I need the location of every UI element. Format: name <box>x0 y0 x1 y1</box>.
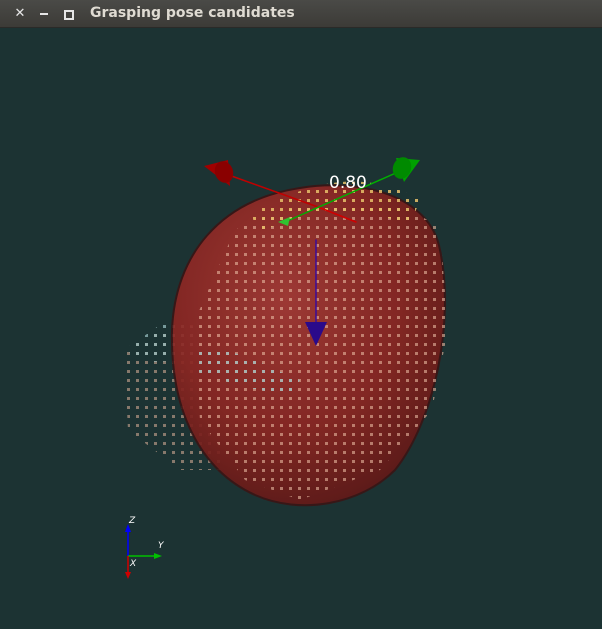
title-bar: ✕ Grasping pose candidates <box>0 0 602 28</box>
close-button[interactable]: ✕ <box>12 6 28 22</box>
axis-y-label: Y <box>158 541 164 551</box>
app-window: ✕ Grasping pose candidates 0.80 Z Y X <box>0 0 602 629</box>
orientation-axes-widget <box>125 524 162 579</box>
minimize-button[interactable] <box>36 6 52 22</box>
axis-y-arrow-icon <box>154 553 162 559</box>
axis-x-arrow-icon <box>125 572 131 579</box>
point-cloud-front <box>195 201 448 500</box>
maximize-button[interactable] <box>60 6 76 22</box>
grasp-score-label: 0.80 <box>329 173 367 193</box>
minimize-icon <box>40 13 48 15</box>
3d-viewport[interactable]: 0.80 Z Y X <box>0 28 602 629</box>
scene-canvas <box>124 157 448 579</box>
axis-z-label: Z <box>129 516 136 526</box>
maximize-icon <box>64 10 74 20</box>
window-title: Grasping pose candidates <box>90 5 295 21</box>
close-icon: ✕ <box>14 6 26 21</box>
axis-x-label: X <box>130 559 137 569</box>
